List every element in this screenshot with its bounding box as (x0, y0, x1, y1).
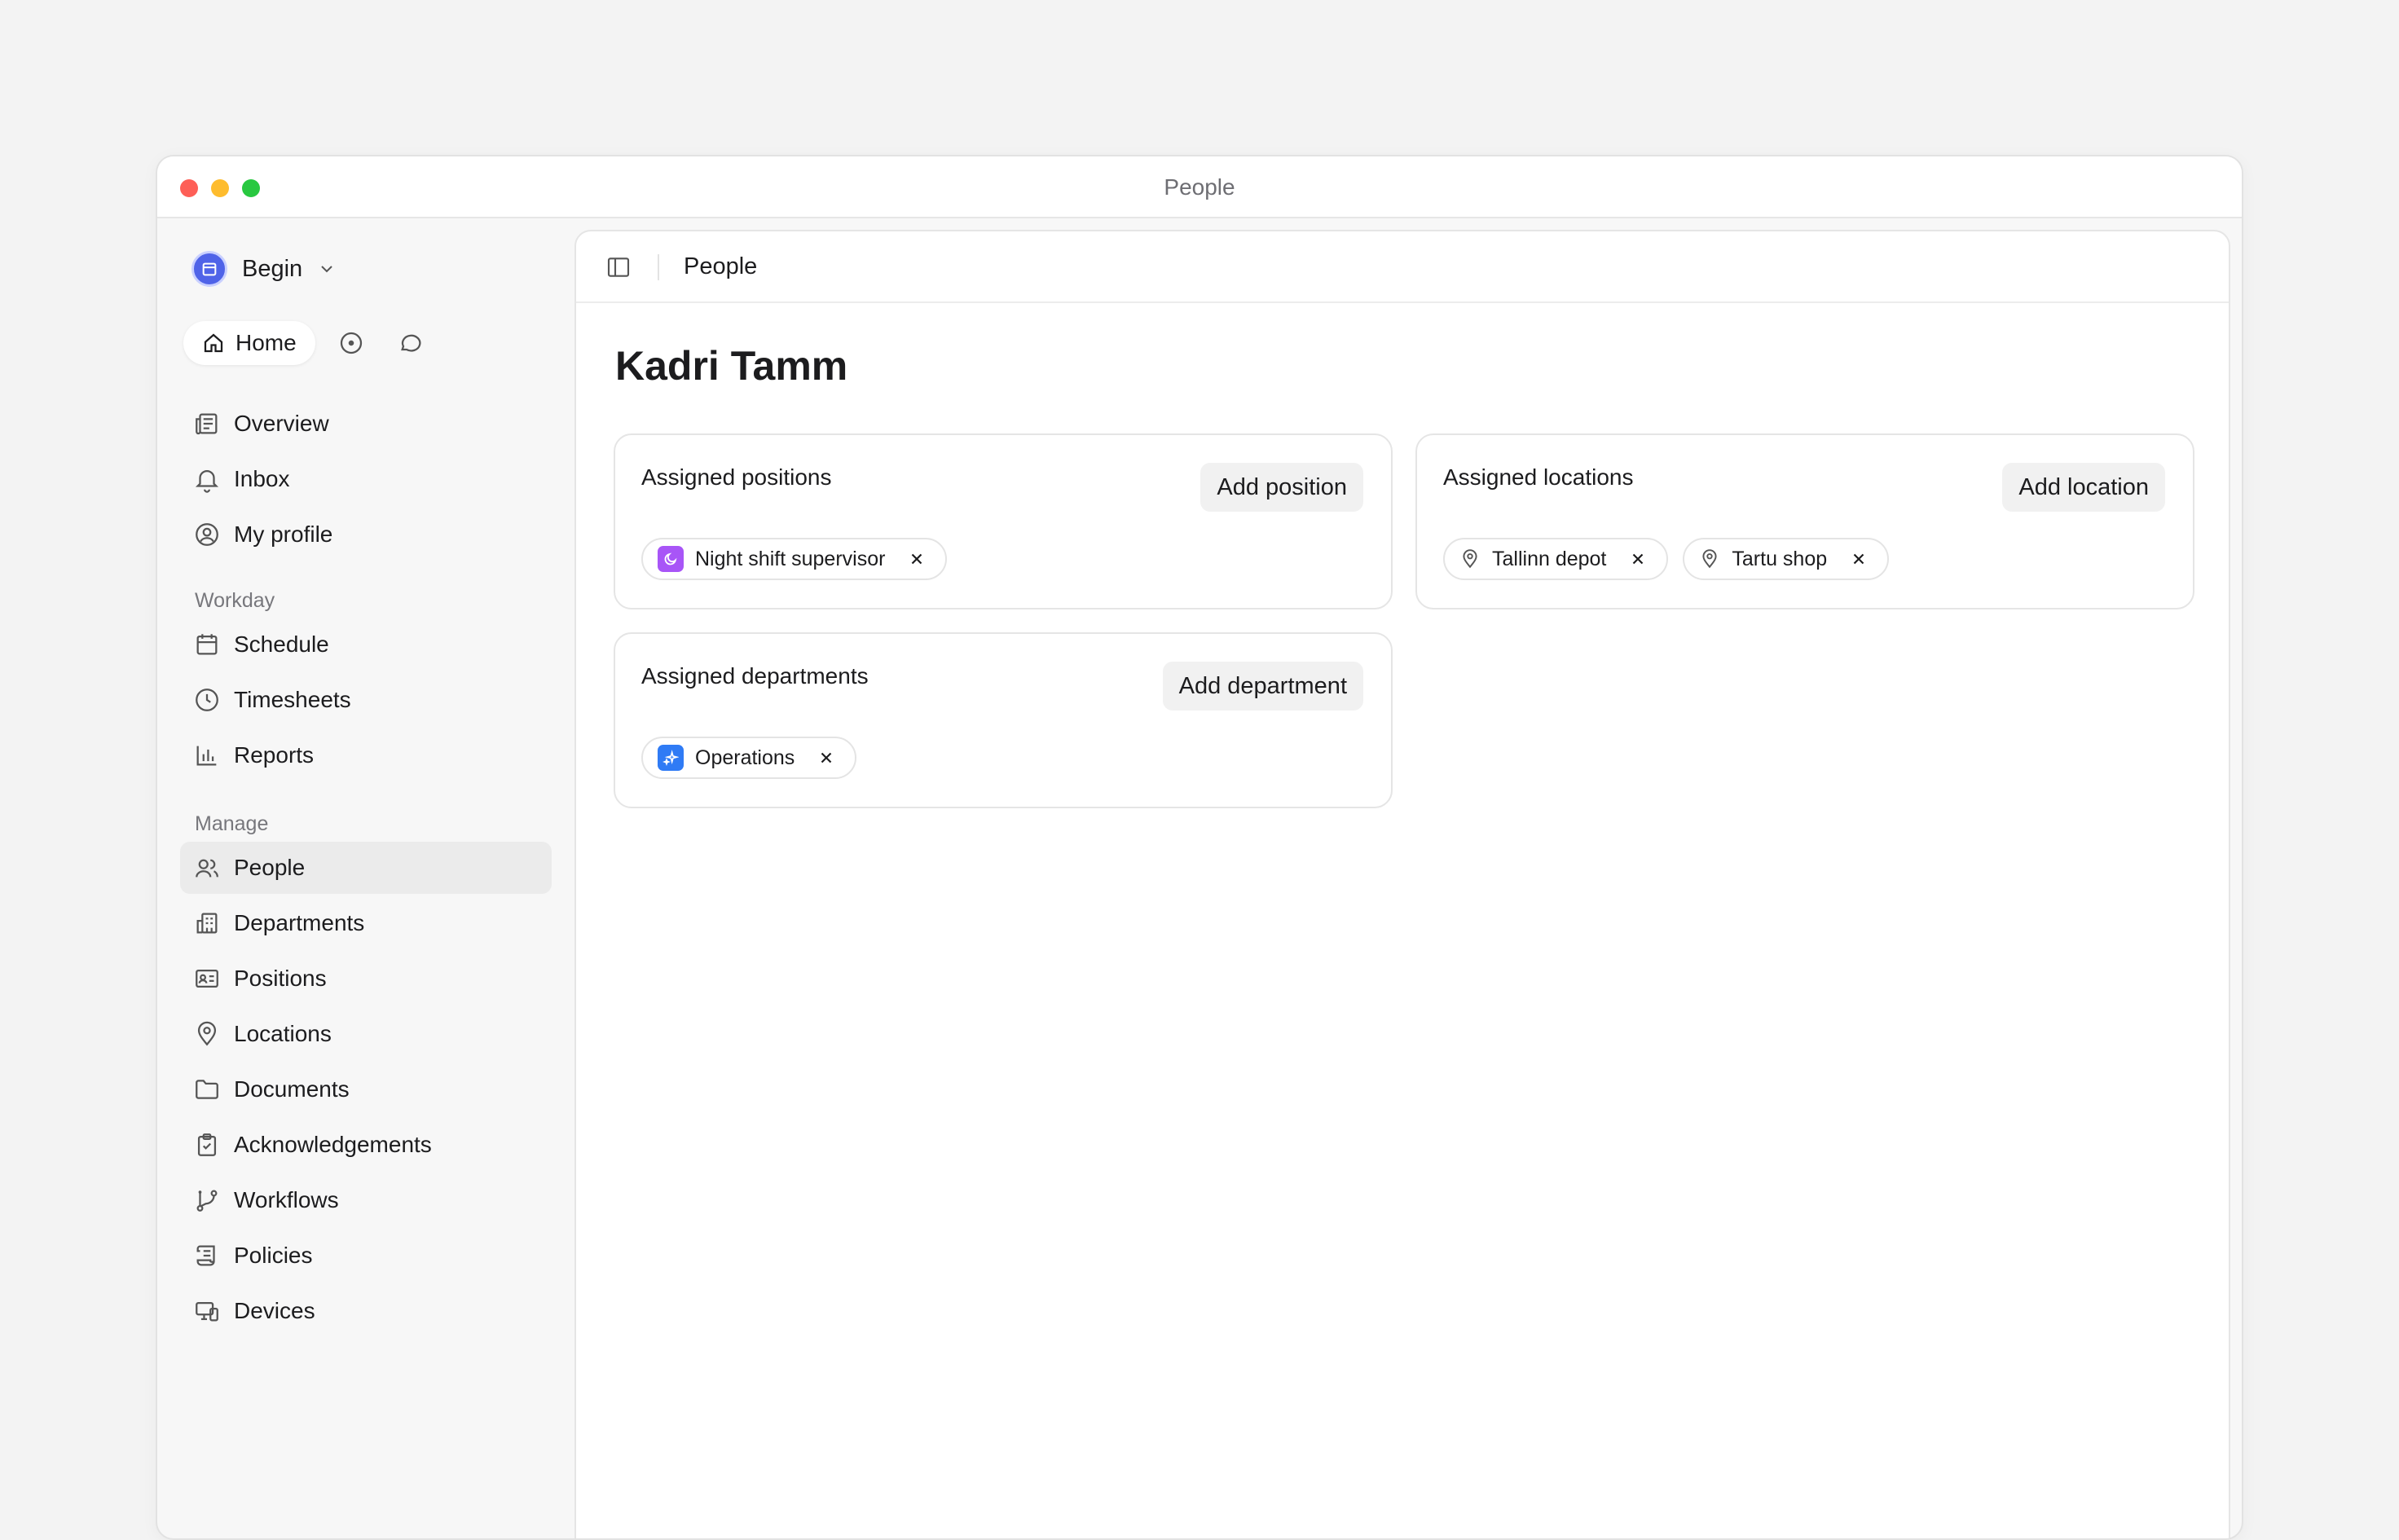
users-icon (196, 859, 218, 878)
chip-list: Operations (641, 737, 857, 779)
department-chip: Operations (641, 737, 857, 779)
sidebar-item-overview[interactable]: Overview (180, 398, 552, 450)
card-title: Assigned locations (1443, 464, 1634, 490)
sidebar-item-label: My profile (234, 521, 333, 547)
map-pin-icon (1702, 549, 1717, 569)
git-branch-icon (196, 1190, 218, 1212)
chip-label: Night shift supervisor (695, 547, 886, 570)
chip-label: Operations (695, 746, 795, 769)
sidebar-item-label: Positions (234, 966, 327, 991)
sidebar-item-label: Policies (234, 1243, 313, 1268)
sidebar-toggle-icon[interactable] (605, 254, 632, 280)
chip-label: Tartu shop (1732, 547, 1828, 570)
assigned-locations-card: Assigned locations Add location Tallinn … (1415, 433, 2194, 609)
home-icon (204, 333, 223, 353)
sidebar-item-documents[interactable]: Documents (180, 1063, 552, 1115)
main-header: People (576, 231, 2229, 303)
sidebar-item-label: Timesheets (234, 687, 351, 712)
workspace-name: Begin (242, 255, 303, 282)
clock-icon (196, 689, 218, 711)
tab-home-label: Home (235, 330, 297, 355)
sidebar-item-positions[interactable]: Positions (180, 953, 552, 1005)
map-pin-icon (1463, 549, 1477, 569)
remove-chip-icon[interactable] (1850, 550, 1868, 568)
chevron-down-icon (321, 266, 332, 273)
main-panel: People Kadri Tamm Assigned positions Add… (574, 230, 2230, 1538)
card-title: Assigned positions (641, 464, 832, 490)
sidebar-item-label: Devices (234, 1298, 315, 1323)
location-chip: Tartu shop (1683, 538, 1890, 580)
sidebar-item-reports[interactable]: Reports (180, 729, 552, 781)
location-chip: Tallinn depot (1443, 538, 1669, 580)
activity-icon[interactable] (338, 330, 364, 356)
id-card-icon (196, 969, 218, 988)
chip-label: Tallinn depot (1492, 547, 1607, 570)
sidebar: Begin Home Overview Inbox My profile Wor… (157, 218, 687, 1538)
chip-list: Tallinn depot Tartu shop (1443, 538, 1890, 580)
sidebar-item-acknowledgements[interactable]: Acknowledgements (180, 1119, 552, 1171)
bar-chart-icon (196, 746, 217, 766)
sidebar-item-devices[interactable]: Devices (180, 1285, 552, 1337)
newspaper-icon (196, 413, 218, 435)
header-divider (658, 254, 659, 280)
app-window: People Begin Home Overview Inbox My prof… (156, 155, 2243, 1540)
folder-icon (196, 1080, 218, 1099)
tab-home[interactable]: Home (183, 321, 315, 365)
moon-icon (664, 552, 677, 565)
sidebar-item-workflows[interactable]: Workflows (180, 1174, 552, 1226)
sidebar-item-departments[interactable]: Departments (180, 897, 552, 949)
workspace-switcher[interactable]: Begin (191, 251, 337, 287)
sidebar-item-policies[interactable]: Policies (180, 1230, 552, 1282)
remove-chip-icon[interactable] (1629, 550, 1647, 568)
remove-chip-icon[interactable] (817, 749, 835, 767)
bell-icon (195, 470, 219, 493)
title-bar: People (157, 156, 2242, 218)
sidebar-item-label: Acknowledgements (234, 1132, 432, 1157)
add-location-button[interactable]: Add location (2002, 463, 2165, 512)
sidebar-item-label: Reports (234, 742, 315, 768)
calendar-logo-icon (202, 262, 217, 276)
clipboard-check-icon (197, 1133, 217, 1156)
sidebar-item-label: Inbox (234, 466, 290, 491)
sidebar-item-label: Documents (234, 1076, 350, 1102)
position-badge (658, 546, 684, 572)
sidebar-item-label: Overview (234, 411, 329, 436)
add-department-button[interactable]: Add department (1162, 662, 1363, 711)
chat-icon[interactable] (397, 330, 423, 356)
chip-list: Night shift supervisor (641, 538, 948, 580)
sidebar-item-timesheets[interactable]: Timesheets (180, 674, 552, 726)
calendar-icon (196, 634, 218, 655)
sidebar-item-locations[interactable]: Locations (180, 1008, 552, 1060)
sparkles-icon (662, 750, 679, 766)
section-label-workday: Workday (195, 589, 275, 612)
map-pin-icon (197, 1021, 217, 1046)
sidebar-item-label: Workflows (234, 1187, 339, 1212)
sidebar-item-people[interactable]: People (180, 842, 552, 894)
remove-chip-icon[interactable] (908, 550, 926, 568)
add-position-button[interactable]: Add position (1200, 463, 1363, 512)
sidebar-item-label: Schedule (234, 631, 329, 657)
sidebar-item-label: People (234, 855, 306, 880)
position-chip: Night shift supervisor (641, 538, 948, 580)
card-title: Assigned departments (641, 663, 869, 689)
sidebar-item-inbox[interactable]: Inbox (180, 453, 552, 505)
scroll-icon (196, 1245, 215, 1266)
sidebar-item-label: Locations (234, 1021, 332, 1046)
nav-tabs: Home (183, 321, 687, 365)
building-icon (196, 913, 218, 934)
devices-icon (196, 1301, 218, 1322)
page-title: Kadri Tamm (615, 343, 848, 389)
assigned-departments-card: Assigned departments Add department Oper… (614, 632, 1393, 808)
user-circle-icon (196, 523, 218, 546)
department-badge (658, 745, 684, 771)
section-label-manage: Manage (195, 812, 269, 835)
workspace-avatar (191, 251, 227, 287)
window-title: People (1164, 174, 1235, 200)
assigned-positions-card: Assigned positions Add position Night sh… (614, 433, 1393, 609)
sidebar-item-schedule[interactable]: Schedule (180, 618, 552, 671)
breadcrumb[interactable]: People (684, 253, 757, 280)
sidebar-item-my-profile[interactable]: My profile (180, 508, 552, 561)
sidebar-item-label: Departments (234, 910, 365, 935)
